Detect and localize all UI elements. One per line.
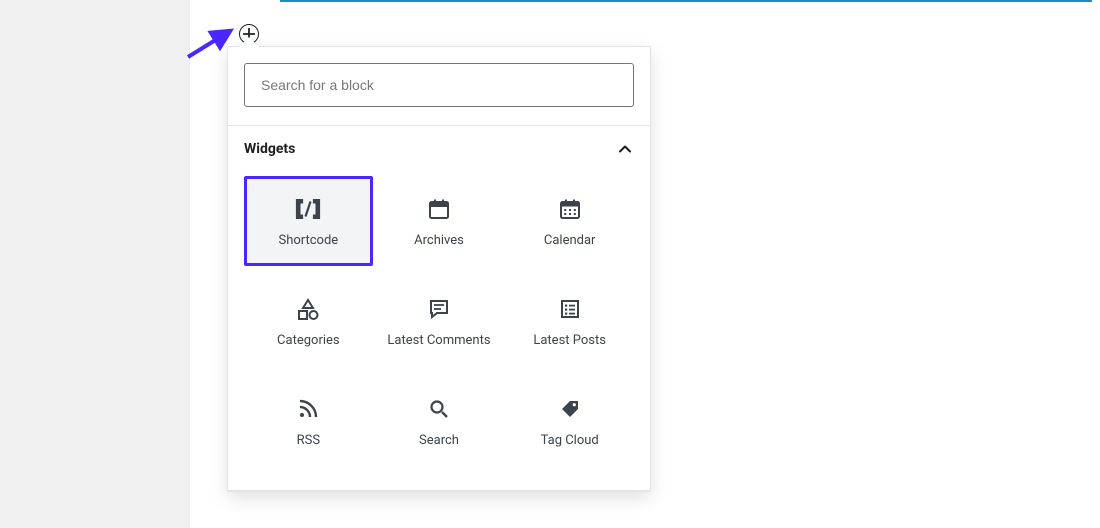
shortcode-icon bbox=[295, 195, 321, 223]
categories-icon bbox=[296, 295, 320, 323]
block-archives[interactable]: Archives bbox=[375, 176, 504, 266]
block-categories[interactable]: Categories bbox=[244, 276, 373, 366]
block-inserter-popover: Widgets Shortcode Archives bbox=[227, 46, 651, 492]
comments-icon bbox=[428, 295, 450, 323]
rss-icon bbox=[297, 395, 319, 423]
search-icon bbox=[428, 395, 450, 423]
block-label: Shortcode bbox=[278, 233, 338, 248]
block-label: RSS bbox=[297, 433, 320, 448]
block-label: Calendar bbox=[544, 233, 596, 248]
block-tag-cloud[interactable]: Tag Cloud bbox=[505, 376, 634, 466]
block-search[interactable]: Search bbox=[375, 376, 504, 466]
archives-icon bbox=[428, 195, 450, 223]
posts-icon bbox=[559, 295, 581, 323]
block-shortcode[interactable]: Shortcode bbox=[244, 176, 373, 266]
search-input[interactable] bbox=[244, 63, 634, 107]
popover-caret bbox=[239, 37, 259, 47]
block-latest-comments[interactable]: Latest Comments bbox=[375, 276, 504, 366]
block-label: Latest Posts bbox=[533, 333, 606, 348]
chevron-up-icon bbox=[616, 140, 634, 158]
tag-icon bbox=[559, 395, 581, 423]
block-calendar[interactable]: Calendar bbox=[505, 176, 634, 266]
block-label: Categories bbox=[277, 333, 340, 348]
block-latest-posts[interactable]: Latest Posts bbox=[505, 276, 634, 366]
block-label: Tag Cloud bbox=[541, 433, 599, 448]
section-title: Widgets bbox=[244, 141, 295, 157]
block-label: Latest Comments bbox=[387, 333, 490, 348]
block-grid: Shortcode Archives Calendar Categories bbox=[244, 174, 634, 490]
calendar-icon bbox=[559, 195, 581, 223]
block-label: Search bbox=[419, 433, 459, 448]
block-rss[interactable]: RSS bbox=[244, 376, 373, 466]
divider bbox=[228, 490, 650, 491]
section-toggle-widgets[interactable]: Widgets bbox=[244, 126, 634, 174]
accent-bar bbox=[280, 0, 1092, 2]
block-label: Archives bbox=[414, 233, 464, 248]
